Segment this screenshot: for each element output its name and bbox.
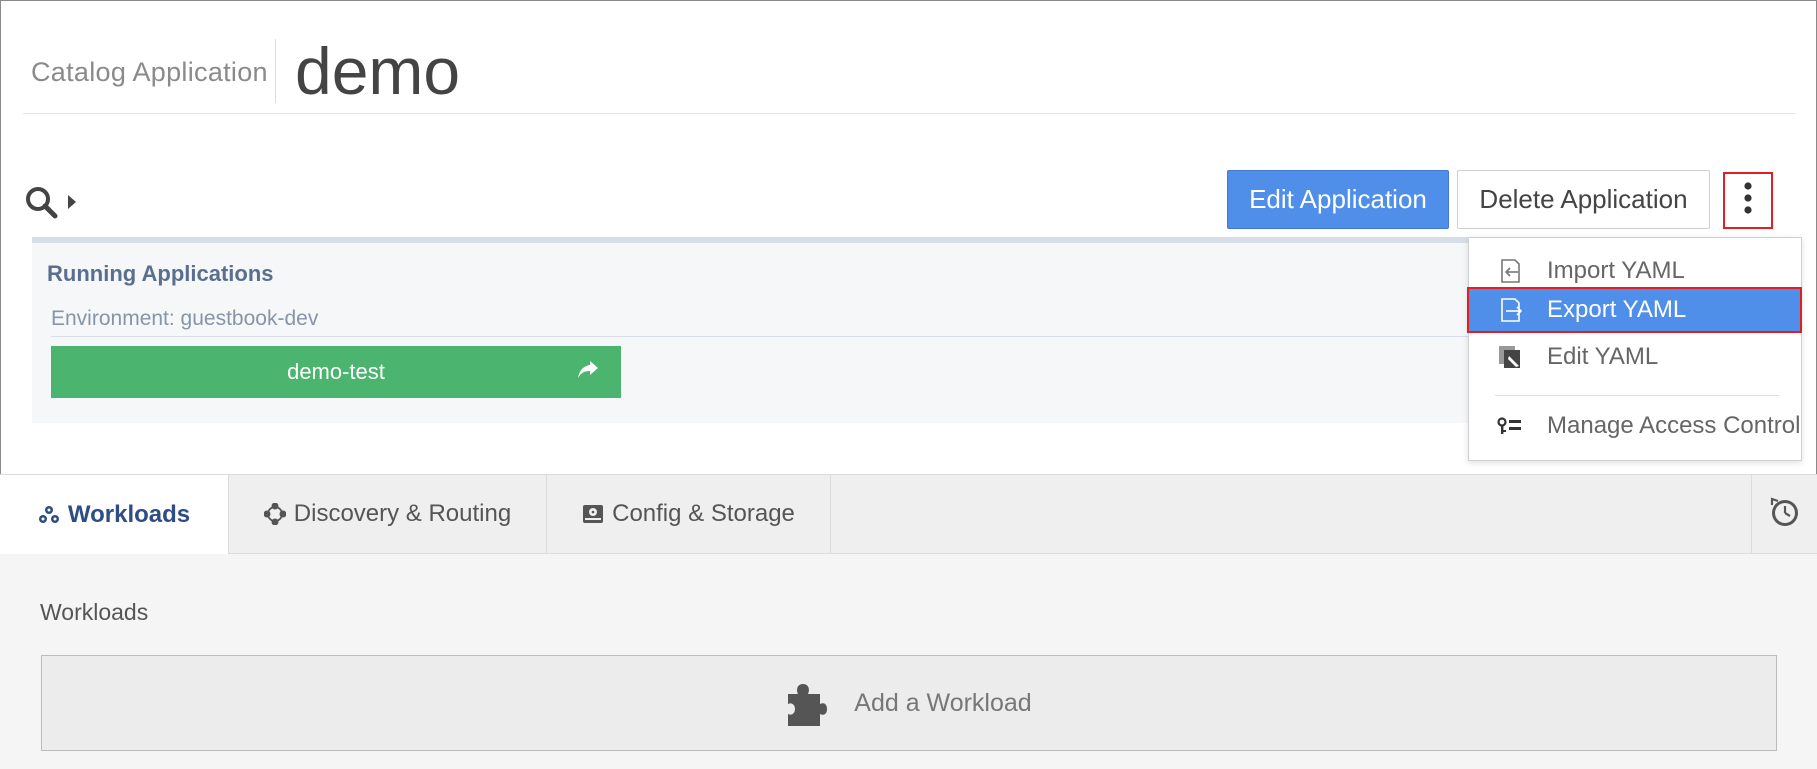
tab-content: Workloads Add a Workload: [0, 554, 1817, 769]
header-divider: [275, 39, 276, 103]
menu-item-export-yaml[interactable]: Export YAML: [1467, 287, 1802, 333]
history-icon: [1769, 496, 1801, 533]
menu-item-label: Export YAML: [1547, 296, 1687, 323]
tab-workloads[interactable]: Workloads: [0, 475, 229, 554]
actions-dropdown-menu: Import YAML Export YAML Edit YAML Manage…: [1467, 237, 1802, 461]
running-app-demo-test[interactable]: demo-test: [51, 346, 621, 398]
edit-application-button[interactable]: Edit Application: [1227, 170, 1449, 229]
tab-label: Discovery & Routing: [293, 500, 512, 527]
edit-yaml-icon: [1495, 342, 1525, 372]
breadcrumb[interactable]: Catalog Application: [31, 57, 268, 88]
menu-divider: [1495, 395, 1779, 396]
export-icon: [1495, 295, 1525, 325]
running-applications-title: Running Applications: [47, 261, 274, 286]
menu-item-label: Manage Access Control: [1547, 412, 1801, 439]
delete-application-button[interactable]: Delete Application: [1457, 170, 1710, 229]
puzzle-icon: [786, 680, 828, 726]
import-icon: [1495, 256, 1525, 286]
running-applications-panel: Running Applications Environment: guestb…: [32, 237, 1472, 423]
tab-config-storage[interactable]: Config & Storage: [547, 475, 831, 553]
section-title: Workloads: [40, 599, 149, 625]
environment-divider: [51, 336, 1472, 337]
menu-item-label: Edit YAML: [1547, 343, 1659, 370]
storage-icon: [582, 503, 604, 525]
page-title: demo: [295, 34, 461, 108]
share-icon[interactable]: [577, 360, 599, 386]
environment-label: Environment: guestbook-dev: [51, 307, 319, 330]
add-workload-button[interactable]: Add a Workload: [41, 655, 1777, 751]
search-toggle[interactable]: [24, 182, 84, 222]
menu-item-edit-yaml[interactable]: Edit YAML: [1469, 334, 1801, 380]
discovery-icon: [263, 503, 286, 525]
tab-discovery-routing[interactable]: Discovery & Routing: [229, 475, 547, 553]
more-actions-button[interactable]: [1723, 172, 1773, 229]
running-app-name: demo-test: [287, 359, 385, 384]
add-workload-label: Add a Workload: [854, 688, 1032, 717]
search-icon: [24, 185, 58, 219]
tab-label: Config & Storage: [612, 500, 795, 527]
workloads-icon: [38, 505, 60, 525]
page-header: Catalog Application demo: [23, 30, 1795, 114]
access-control-icon: [1495, 411, 1525, 441]
tab-bar: Workloads Discovery & Routing Config & S…: [0, 474, 1817, 554]
menu-item-manage-access-control[interactable]: Manage Access Control: [1469, 403, 1801, 449]
history-button[interactable]: [1751, 475, 1817, 553]
menu-item-label: Import YAML: [1547, 257, 1685, 284]
caret-right-icon: [68, 195, 76, 209]
vertical-ellipsis-icon: [1744, 182, 1752, 219]
tab-label: Workloads: [67, 500, 191, 528]
